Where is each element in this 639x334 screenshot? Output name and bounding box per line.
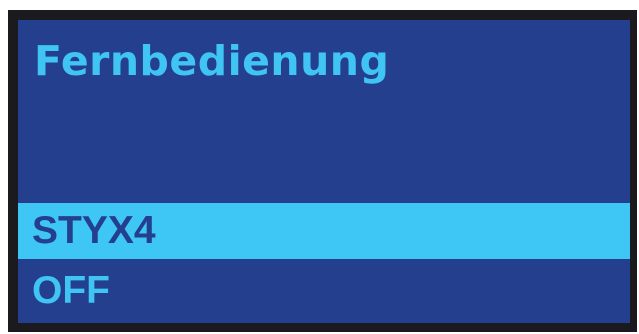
menu-item-off[interactable]: OFF (18, 263, 630, 319)
menu-item-styx4[interactable]: STYX4 (18, 203, 630, 259)
device-frame: Fernbedienung STYX4 OFF (0, 0, 639, 334)
lcd-screen: Fernbedienung STYX4 OFF (18, 20, 630, 323)
screen-title: Fernbedienung (34, 37, 390, 85)
